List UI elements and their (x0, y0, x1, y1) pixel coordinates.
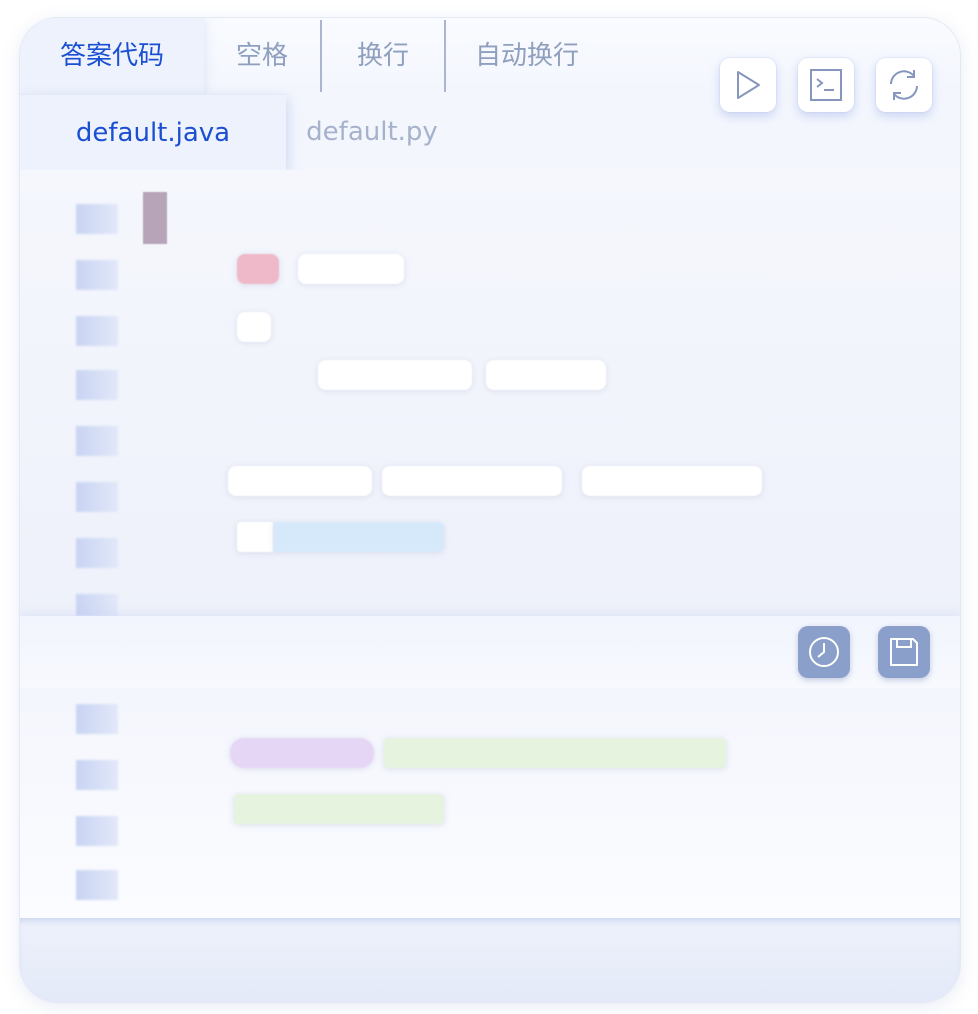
code-token (237, 312, 271, 342)
line-number (76, 482, 118, 512)
tab-auto-wrap[interactable]: 自动换行 (446, 18, 608, 94)
play-icon (737, 71, 760, 99)
line-number (76, 870, 118, 900)
line-number (76, 704, 118, 734)
code-token (382, 466, 562, 496)
line-number (76, 260, 118, 290)
file-tab-java[interactable]: default.java (20, 94, 286, 171)
clock-icon (809, 637, 839, 667)
line-number (76, 370, 118, 400)
line-number (76, 760, 118, 790)
code-token (228, 466, 372, 496)
code-token (582, 466, 762, 496)
file-tab-python[interactable]: default.py (288, 94, 456, 170)
panel-footer (20, 918, 960, 1002)
tab-newline[interactable]: 换行 (322, 18, 444, 94)
tab-answer-code[interactable]: 答案代码 (20, 18, 204, 94)
code-editor-panel: 答案代码 空格 换行 自动换行 default.java default.py (20, 18, 960, 1002)
line-number (76, 316, 118, 346)
code-token (237, 254, 279, 284)
console-toolbar (20, 616, 960, 688)
output-token (384, 738, 726, 768)
line-number (76, 538, 118, 568)
terminal-button[interactable] (798, 58, 854, 112)
text-cursor (143, 192, 167, 244)
code-token (298, 254, 404, 284)
code-token (486, 360, 606, 390)
line-number (76, 816, 118, 846)
code-token (318, 360, 472, 390)
output-token (230, 738, 374, 768)
terminal-icon (810, 69, 842, 101)
refresh-button[interactable] (876, 58, 932, 112)
output-token (234, 794, 444, 824)
code-token (237, 522, 273, 552)
save-button[interactable] (878, 626, 930, 678)
run-button[interactable] (720, 58, 776, 112)
refresh-icon (890, 70, 918, 100)
line-number (76, 204, 118, 234)
output-console[interactable] (20, 688, 960, 918)
tab-space[interactable]: 空格 (204, 18, 320, 94)
history-button[interactable] (798, 626, 850, 678)
line-number (76, 594, 118, 616)
save-icon (890, 638, 918, 666)
line-number (76, 426, 118, 456)
code-token (274, 522, 444, 552)
